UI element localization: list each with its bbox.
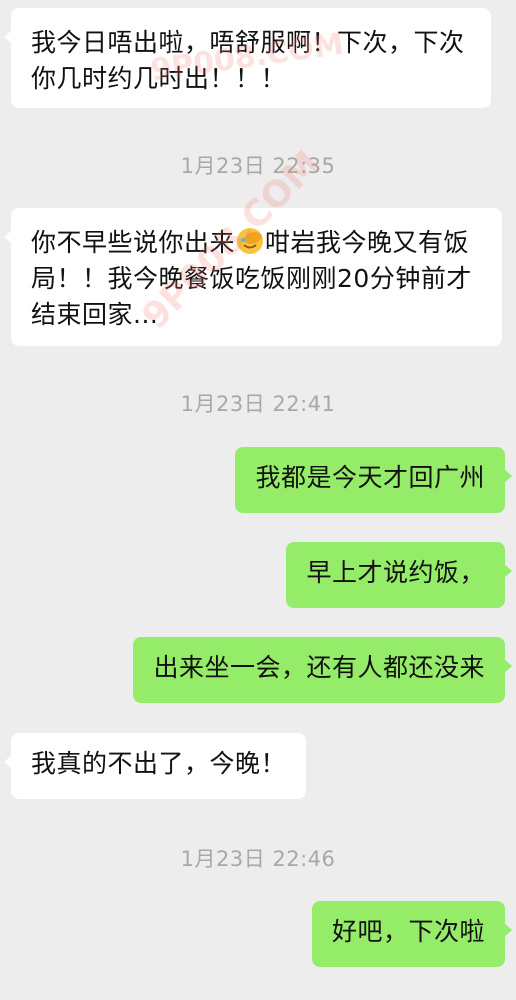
outgoing-message-bubble[interactable]: 好吧，下次啦 <box>311 901 513 967</box>
message-text: 我真的不出了，今晚！ <box>31 749 287 778</box>
message-timestamp: 1月23日 22:41 <box>180 392 336 416</box>
message-text: 出来坐一会，还有人都还没来 <box>153 653 485 682</box>
message-text: 我都是今天才回广州 <box>255 463 485 492</box>
outgoing-message-bubble[interactable]: 早上才说约饭， <box>286 542 512 608</box>
incoming-message-bubble[interactable]: 我真的不出了，今晚！ <box>3 733 307 799</box>
message-text: 好吧，下次啦 <box>331 917 485 946</box>
message-timestamp: 1月23日 22:35 <box>180 154 336 178</box>
message-timestamp: 1月23日 22:46 <box>180 847 336 871</box>
incoming-message-bubble[interactable]: 你不早些说你出来 咁岩我今晚又有饭局！！我今晚餐饭吃饭刚刚20分钟前才结束回家.… <box>4 208 502 346</box>
message-text-part: 你不早些说你出来 <box>31 228 236 257</box>
message-text: 早上才说约饭， <box>306 558 485 587</box>
outgoing-message-bubble[interactable]: 我都是今天才回广州 <box>235 447 512 513</box>
message-text: 我今日唔出啦，唔舒服啊！下次，下次你几时约几时出！！！ <box>31 28 465 93</box>
face-with-hand-over-eyes-icon <box>237 228 264 254</box>
incoming-message-bubble[interactable]: 我今日唔出啦，唔舒服啊！下次，下次你几时约几时出！！！ <box>4 8 491 108</box>
outgoing-message-bubble[interactable]: 出来坐一会，还有人都还没来 <box>133 637 512 703</box>
